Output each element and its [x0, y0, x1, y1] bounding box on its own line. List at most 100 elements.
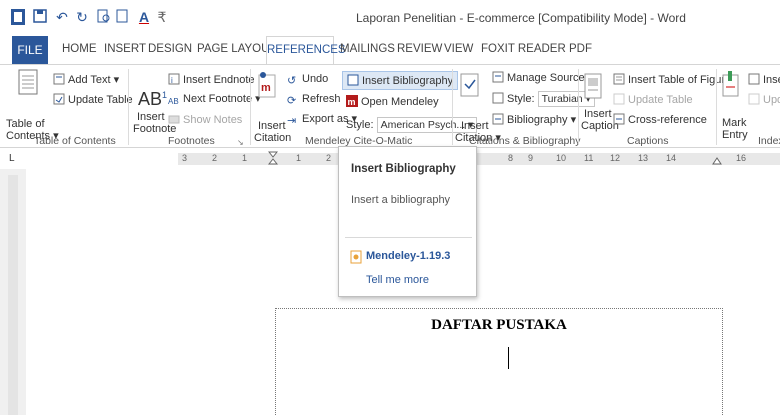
right-indent-marker-icon[interactable]	[712, 151, 722, 168]
group-label-captions: Captions	[627, 135, 669, 147]
bibliography-label: Bibliography	[507, 114, 568, 126]
mendeley-insert-citation-label-1[interactable]: Insert	[258, 120, 286, 132]
add-text-icon	[53, 73, 65, 85]
tab-foxit-reader-pdf[interactable]: FOXIT READER PDF	[481, 43, 592, 55]
tab-page-layout[interactable]: PAGE LAYOUT	[197, 43, 276, 55]
mendeley-insert-citation-label-2[interactable]: Citation	[254, 132, 291, 144]
insert-index-icon	[748, 73, 760, 85]
group-separator	[452, 69, 453, 145]
customize-qat-icon[interactable]: ₹	[154, 9, 170, 25]
redo-icon[interactable]: ↻	[74, 9, 90, 25]
tab-design[interactable]: DESIGN	[148, 43, 192, 55]
mark-entry-label-1[interactable]: Mark	[722, 117, 746, 129]
ruler-number: 12	[610, 153, 621, 163]
table-of-contents-label-1[interactable]: Table of	[6, 118, 45, 130]
tab-insert[interactable]: INSERT	[104, 43, 146, 55]
next-footnote-label: Next Footnote	[183, 93, 253, 105]
new-document-icon[interactable]	[114, 9, 130, 25]
tab-file[interactable]: FILE	[12, 36, 48, 64]
insert-table-of-figures-button[interactable]: Insert Table of Figures	[613, 73, 737, 86]
addin-icon	[350, 250, 362, 267]
svg-text:m: m	[348, 97, 356, 107]
next-footnote-button[interactable]: AB Next Footnote ▾	[168, 93, 261, 108]
vertical-ruler[interactable]	[8, 175, 18, 415]
tab-references[interactable]: REFERENCES	[266, 36, 346, 64]
insert-index-button[interactable]: Inser	[748, 73, 780, 86]
window-title: Laporan Penelitian - E-commerce [Compati…	[356, 11, 686, 25]
tab-review[interactable]: REVIEW	[397, 43, 442, 55]
show-notes-icon	[168, 113, 180, 125]
open-mendeley-label: Open Mendeley	[361, 96, 439, 108]
insert-citation-icon[interactable]	[459, 71, 481, 102]
tab-mailings[interactable]: MAILINGS	[340, 43, 395, 55]
group-separator	[578, 69, 579, 145]
indent-marker-icon[interactable]	[267, 151, 279, 168]
bibliography-button[interactable]: Bibliography ▾	[492, 113, 576, 126]
style-icon	[492, 92, 504, 104]
group-separator	[128, 69, 129, 145]
insert-endnote-button[interactable]: i Insert Endnote	[168, 73, 255, 86]
insert-caption-label-1[interactable]: Insert	[584, 108, 612, 120]
next-footnote-icon: AB	[168, 97, 179, 106]
show-notes-label: Show Notes	[183, 114, 243, 126]
citation-style-label: Style:	[507, 93, 535, 105]
ribbon-references: Table of Contents ▾ Add Text ▾ Update Ta…	[0, 64, 780, 148]
table-of-contents-icon[interactable]	[18, 69, 38, 98]
mendeley-refresh-button[interactable]: ⟳ Refresh	[287, 93, 341, 107]
cross-reference-button[interactable]: Cross-reference	[613, 113, 707, 126]
font-color-icon[interactable]: A	[136, 9, 152, 25]
document-heading[interactable]: DAFTAR PUSTAKA	[276, 317, 722, 334]
manage-sources-button[interactable]: Manage Sources	[492, 71, 590, 84]
insert-table-of-figures-label: Insert Table of Figures	[628, 74, 737, 86]
insert-endnote-icon: i	[168, 73, 180, 85]
print-preview-icon[interactable]	[96, 9, 112, 25]
mark-entry-label-2[interactable]: Entry	[722, 129, 748, 141]
tab-selector-button[interactable]: L	[9, 153, 15, 165]
tooltip-addin-name: Mendeley-1.19.3	[366, 250, 451, 262]
ruler-number: 10	[556, 153, 567, 163]
update-index-icon	[748, 93, 760, 105]
title-bar: ↶ ↻ A ₹ Laporan Penelitian - E-commerce …	[0, 0, 780, 36]
mendeley-insert-citation-icon[interactable]: m	[257, 71, 279, 102]
insert-caption-icon[interactable]	[584, 73, 602, 102]
tell-me-more-link[interactable]: Tell me more	[366, 274, 429, 286]
ruler-number: 14	[666, 153, 677, 163]
citation-style-field: Style: Turabian ▾	[492, 91, 595, 107]
mendeley-undo-button[interactable]: ↺ Undo	[287, 73, 328, 87]
insert-citation-label-1[interactable]: Insert	[461, 120, 489, 132]
table-of-figures-icon	[613, 73, 625, 85]
add-text-button[interactable]: Add Text ▾	[53, 73, 119, 86]
undo-icon[interactable]: ↶	[54, 9, 70, 25]
mendeley-insert-bibliography-button[interactable]: Insert Bibliography	[342, 71, 459, 90]
update-index-button[interactable]: Upda	[748, 93, 780, 106]
svg-text:i: i	[171, 76, 173, 85]
show-notes-button[interactable]: Show Notes	[168, 113, 242, 126]
captions-update-table-icon	[613, 93, 625, 105]
mark-entry-icon[interactable]	[722, 71, 740, 100]
ruler-number: 1	[242, 153, 248, 163]
update-table-icon	[53, 93, 65, 105]
insert-index-label: Inser	[763, 74, 780, 86]
captions-update-table-button[interactable]: Update Table	[613, 93, 693, 106]
bibliography-icon	[492, 113, 504, 125]
open-mendeley-button[interactable]: m Open Mendeley	[346, 95, 439, 108]
word-app-icon[interactable]	[10, 9, 26, 25]
update-table-button[interactable]: Update Table	[53, 93, 133, 106]
insert-footnote-icon[interactable]: AB1	[138, 85, 167, 109]
ruler-number: 1	[296, 153, 302, 163]
svg-text:m: m	[261, 82, 271, 94]
tab-home[interactable]: HOME	[62, 43, 97, 55]
mendeley-logo-icon: m	[346, 95, 358, 107]
refresh-icon: ⟳	[287, 95, 297, 107]
tab-view[interactable]: VIEW	[444, 43, 473, 55]
insert-footnote-label-1[interactable]: Insert	[137, 111, 165, 123]
horizontal-ruler[interactable]: 3 2 1 1 2 8 9 10 11 12 13 14 16	[178, 151, 780, 168]
mendeley-style-label: Style:	[346, 119, 374, 131]
cross-reference-icon	[613, 113, 625, 125]
save-icon[interactable]	[32, 9, 48, 25]
tooltip-title: Insert Bibliography	[351, 163, 456, 175]
ab-superscript: 1	[162, 90, 168, 100]
ab-glyph: AB	[138, 89, 163, 109]
document-page[interactable]: DAFTAR PUSTAKA	[275, 308, 723, 415]
footnotes-dialog-launcher-icon[interactable]: ↘	[237, 137, 244, 149]
